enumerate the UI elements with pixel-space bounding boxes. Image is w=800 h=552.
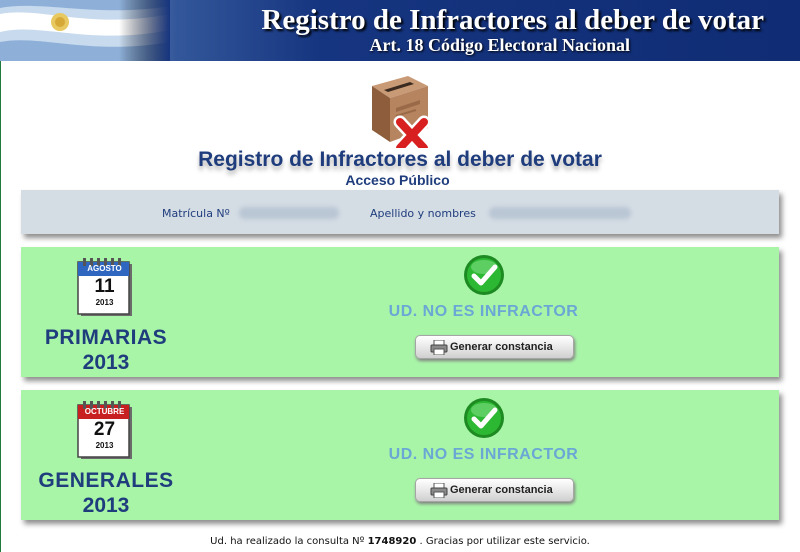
footer-text-before: Ud. ha realizado la consulta Nº xyxy=(210,536,365,547)
footer-message: Ud. ha realizado la consulta Nº 1748920 … xyxy=(0,536,800,547)
header-subtitle: Art. 18 Código Electoral Nacional xyxy=(369,35,630,55)
matricula-label: Matrícula Nº xyxy=(162,207,230,220)
calendar-year: 2013 xyxy=(95,441,114,450)
page-subtitle: Acceso Público xyxy=(345,172,450,188)
nombre-value-redacted xyxy=(489,207,631,219)
calendar-month: OCTUBRE xyxy=(84,407,125,416)
matricula-value-redacted xyxy=(239,207,339,219)
footer-text-after: . Gracias por utilizar este servicio. xyxy=(419,536,590,547)
election-panel-generales: OCTUBRE 27 2013 GENERALES 2013 UD. NO ES… xyxy=(21,390,779,520)
left-border xyxy=(0,61,1,552)
page-header: Registro de Infractores al deber de vota… xyxy=(0,0,800,61)
calendar-icon: OCTUBRE 27 2013 xyxy=(75,400,135,462)
infractor-status: UD. NO ES INFRACTOR xyxy=(388,303,579,320)
election-name: GENERALES xyxy=(38,469,174,492)
election-year: 2013 xyxy=(82,494,130,517)
election-name: PRIMARIAS xyxy=(44,326,168,349)
header-title: Registro de Infractores al deber de vota… xyxy=(261,4,764,36)
election-panel-primarias: AGOSTO 11 2013 PRIMARIAS 2013 UD. NO ES … xyxy=(21,247,779,377)
printer-icon xyxy=(430,483,448,498)
infractor-status: UD. NO ES INFRACTOR xyxy=(388,446,579,463)
calendar-year: 2013 xyxy=(95,298,114,307)
calendar-month: AGOSTO xyxy=(87,264,122,273)
page-title: Registro de Infractores al deber de vota… xyxy=(198,148,602,171)
generar-constancia-button[interactable]: Generar constancia xyxy=(415,478,574,502)
button-label: Generar constancia xyxy=(450,484,553,496)
calendar-icon: AGOSTO 11 2013 xyxy=(75,257,135,319)
button-label: Generar constancia xyxy=(450,341,553,353)
printer-icon xyxy=(430,340,448,355)
checkmark-icon xyxy=(464,255,504,295)
consulta-number: 1748920 xyxy=(367,536,417,547)
generar-constancia-button[interactable]: Generar constancia xyxy=(415,335,574,359)
calendar-day: 11 xyxy=(94,276,115,297)
argentina-flag-icon xyxy=(0,0,170,61)
election-year: 2013 xyxy=(82,351,130,374)
nombre-label: Apellido y nombres xyxy=(370,207,476,220)
voter-info-bar: Matrícula Nº Apellido y nombres xyxy=(21,190,779,234)
ballot-box-x-icon xyxy=(372,76,431,148)
checkmark-icon xyxy=(464,398,504,438)
calendar-day: 27 xyxy=(93,419,116,440)
